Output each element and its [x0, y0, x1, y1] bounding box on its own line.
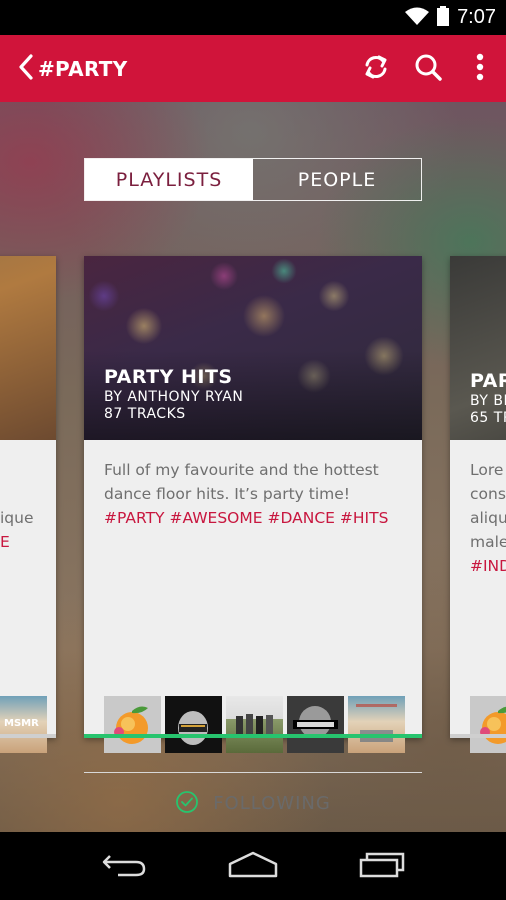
playlist-card-next[interactable]: PAR BY BI 65 TR Lore cons aliqu male #IN…	[450, 256, 506, 753]
playlist-description: Full of my favourite and the hottest dan…	[104, 461, 379, 503]
peach-album-art[interactable]	[104, 696, 161, 753]
tab-playlists[interactable]: PLAYLISTS	[85, 159, 253, 200]
check-circle-icon	[175, 790, 199, 818]
album-thumbnails	[104, 696, 405, 753]
playlist-cover-image: PAR BY BI 65 TR	[450, 256, 506, 440]
jay-z-album-art[interactable]	[287, 696, 344, 753]
card-description-fragment: ique	[0, 509, 34, 527]
home-icon	[227, 850, 279, 882]
following-label: FOLLOWING	[213, 793, 331, 814]
nav-recents-button[interactable]	[347, 841, 417, 891]
daft-punk-album-art[interactable]	[165, 696, 222, 753]
band-photo-album-art[interactable]	[226, 696, 283, 753]
search-icon	[414, 53, 442, 85]
playlist-title: PAR	[470, 370, 506, 392]
refresh-button[interactable]	[350, 35, 402, 102]
tag-list: #PARTY #AWESOME #DANCE #HITS	[104, 506, 409, 530]
playlist-card-party-hits[interactable]: PARTY HITS BY ANTHONY RYAN 87 TRACKS Ful…	[84, 256, 422, 814]
card-tag-fragment: #IND	[470, 557, 506, 575]
back-icon	[18, 53, 34, 84]
following-indicator-bar	[84, 734, 422, 738]
status-bar: 7:07	[0, 0, 506, 35]
playlist-author: BY BI	[470, 393, 506, 409]
refresh-icon	[362, 53, 390, 85]
content-area: PLAYLISTS PEOPLE ique E MSMR PARTY HITS …	[0, 102, 506, 832]
description-line: aliqu	[470, 509, 506, 527]
nav-back-button[interactable]	[89, 841, 159, 891]
system-navigation-bar	[0, 832, 506, 900]
recents-icon	[358, 850, 406, 882]
overflow-menu-icon	[476, 53, 484, 85]
wifi-icon	[405, 7, 430, 29]
view-toggle: PLAYLISTS PEOPLE	[84, 158, 422, 201]
back-button[interactable]: #PARTY	[0, 35, 128, 102]
playlist-cover-image	[0, 256, 56, 440]
back-arrow-icon	[100, 850, 148, 882]
tag-dance[interactable]: #DANCE	[267, 509, 334, 527]
playlist-description-block: Full of my favourite and the hottest dan…	[104, 458, 409, 530]
overflow-menu-button[interactable]	[454, 35, 506, 102]
peach-album-art[interactable]	[470, 696, 506, 753]
app-bar: #PARTY	[0, 35, 506, 102]
nav-home-button[interactable]	[218, 841, 288, 891]
playlist-cover-image: PARTY HITS BY ANTHONY RYAN 87 TRACKS	[84, 256, 422, 440]
playlist-card-previous[interactable]: ique E MSMR	[0, 256, 56, 753]
page-title: #PARTY	[38, 56, 128, 81]
clock: 7:07	[457, 6, 496, 28]
tab-people[interactable]: PEOPLE	[253, 159, 421, 200]
card-tag-fragment: E	[0, 533, 10, 551]
msmr-album-art[interactable]: MSMR	[0, 696, 47, 753]
playlist-author[interactable]: BY ANTHONY RYAN	[104, 389, 243, 405]
search-button[interactable]	[402, 35, 454, 102]
playlist-title: PARTY HITS	[104, 366, 233, 388]
tag-awesome[interactable]: #AWESOME	[169, 509, 262, 527]
tag-party[interactable]: #PARTY	[104, 509, 165, 527]
battery-icon	[437, 5, 450, 30]
following-button[interactable]: FOLLOWING	[84, 773, 422, 832]
description-line: cons	[470, 485, 506, 503]
playlist-track-count: 65 TR	[470, 410, 506, 426]
playlist-track-count: 87 TRACKS	[104, 406, 186, 422]
description-line: male	[470, 533, 506, 551]
description-line: Lore	[470, 461, 504, 479]
msmr-album-art[interactable]	[348, 696, 405, 753]
tag-hits[interactable]: #HITS	[340, 509, 389, 527]
